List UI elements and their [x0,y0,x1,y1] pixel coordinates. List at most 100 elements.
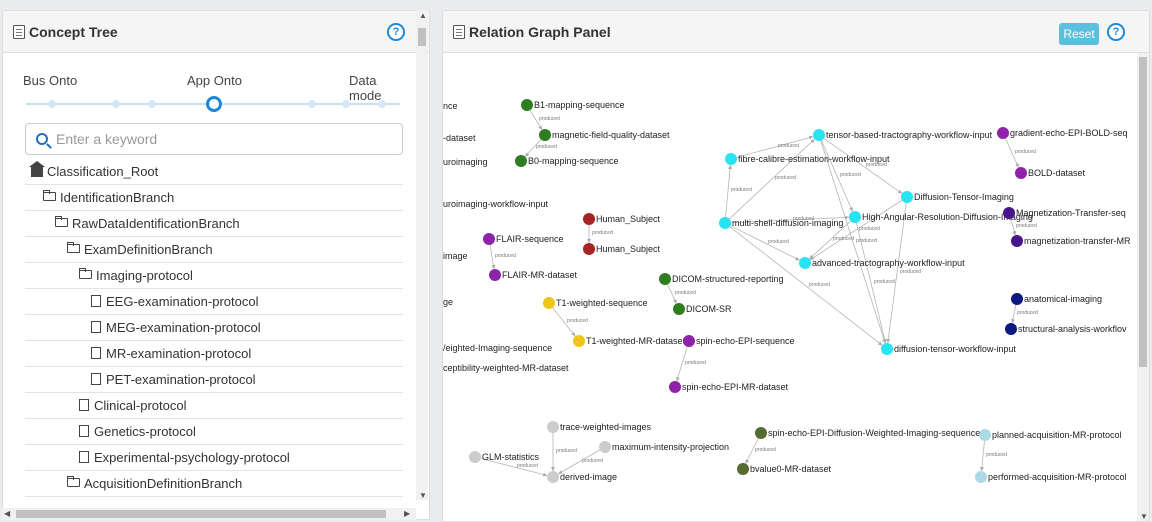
node-circle[interactable] [979,429,991,441]
graph-node[interactable]: bvalue0-MR-dataset [737,463,832,475]
graph-node[interactable]: BOLD-dataset [1015,167,1086,179]
scroll-right-arrow-icon[interactable]: ▶ [404,510,410,518]
graph-node[interactable]: FLAIR-MR-dataset [489,269,578,281]
reset-button[interactable]: Reset [1059,23,1099,45]
tree-item[interactable]: IdentificationBranch [25,185,403,211]
graph-node[interactable]: diffusion-tensor-workflow-input [881,343,1016,355]
tree-item[interactable]: Imaging-protocol [25,263,403,289]
help-icon[interactable]: ? [387,23,405,41]
node-circle[interactable] [573,335,585,347]
scrollbar-thumb[interactable] [418,28,426,46]
node-circle[interactable] [901,191,913,203]
node-circle[interactable] [521,99,533,111]
node-circle[interactable] [799,257,811,269]
node-circle[interactable] [515,155,527,167]
tree-item[interactable]: RawDataIdentificationBranch [25,211,403,237]
graph-node[interactable]: GLM-statistics [469,451,540,463]
graph-node[interactable]: T1-weighted-MR-dataset [573,335,686,347]
help-icon[interactable]: ? [1107,23,1125,41]
tree-item[interactable]: MEG-examination-protocol [25,315,403,341]
graph-node[interactable]: maximum-intensity-projection [599,441,729,453]
node-circle[interactable] [547,421,559,433]
graph-node[interactable]: Human_Subject [583,213,661,225]
slider-stop[interactable] [378,100,386,108]
relation-graph[interactable]: producedproducedproducedproducedproduced… [443,53,1137,522]
graph-node[interactable]: anatomical-imaging [1011,293,1102,305]
graph-node[interactable]: B0-mapping-sequence [515,155,619,167]
node-circle[interactable] [543,297,555,309]
graph-node[interactable]: gradient-echo-EPI-BOLD-seq [997,127,1128,139]
graph-node[interactable]: fibre-calibre-estimation-workflow-input [725,153,890,165]
scrollbar-thumb[interactable] [16,510,386,518]
graph-node[interactable]: Human_Subject [583,243,661,255]
node-circle[interactable] [1003,207,1015,219]
tree-item[interactable]: ExamDefinitionBranch [25,237,403,263]
slider-stop[interactable] [148,100,156,108]
node-circle[interactable] [1015,167,1027,179]
slider-stop[interactable] [48,100,56,108]
graph-node[interactable]: spin-echo-EPI-sequence [683,335,795,347]
graph-node[interactable]: magnetization-transfer-MR [1011,235,1131,247]
graph-node[interactable]: spin-echo-EPI-MR-dataset [669,381,789,393]
graph-node[interactable]: magnetic-field-quality-dataset [539,129,670,141]
graph-node[interactable]: planned-acquisition-MR-protocol [979,429,1122,441]
node-circle[interactable] [469,451,481,463]
tree-item[interactable]: AcquisitionDefinitionBranch [25,471,403,497]
node-circle[interactable] [669,381,681,393]
graph-node[interactable]: Magnetization-Transfer-seq [1003,207,1126,219]
graph-node[interactable]: DICOM-structured-reporting [659,273,784,285]
graph-node[interactable]: B1-mapping-sequence [521,99,625,111]
graph-node[interactable]: T1-weighted-sequence [543,297,648,309]
tree-item[interactable]: Genetics-protocol [25,419,403,445]
graph-node[interactable]: derived-image [547,471,617,483]
tab-data-mode[interactable]: Data mode [349,73,403,103]
node-circle[interactable] [755,427,767,439]
node-circle[interactable] [737,463,749,475]
tab-app-onto[interactable]: App Onto [187,73,242,88]
node-circle[interactable] [975,471,987,483]
node-circle[interactable] [489,269,501,281]
tab-bus-onto[interactable]: Bus Onto [23,73,77,88]
graph-node[interactable]: performed-acquisition-MR-protocol [975,471,1127,483]
graph-node[interactable]: structural-analysis-workflov [1005,323,1127,335]
node-circle[interactable] [583,243,595,255]
graph-node[interactable]: advanced-tractography-workflow-input [799,257,965,269]
left-horizontal-scrollbar[interactable]: ◀ ▶ [2,508,416,520]
graph-node[interactable]: FLAIR-sequence [483,233,564,245]
tree-item[interactable]: Classification_Root [25,159,403,185]
slider-stop[interactable] [342,100,350,108]
graph-node[interactable]: Diffusion-Tensor-Imaging [901,191,1014,203]
graph-node[interactable]: DICOM-SR [673,303,732,315]
node-circle[interactable] [539,129,551,141]
ontology-slider[interactable] [26,96,400,112]
graph-node[interactable]: multi-shell-diffusion-imaging [719,217,843,229]
scrollbar-thumb[interactable] [1139,57,1147,367]
tree-item[interactable]: Clinical-protocol [25,393,403,419]
slider-stop[interactable] [308,100,316,108]
slider-stop[interactable] [112,100,120,108]
graph-node[interactable]: spin-echo-EPI-Diffusion-Weighted-Imaging… [755,427,980,439]
search-box[interactable] [25,123,403,155]
node-circle[interactable] [719,217,731,229]
scroll-up-arrow-icon[interactable]: ▲ [419,12,427,20]
node-circle[interactable] [1005,323,1017,335]
node-circle[interactable] [659,273,671,285]
node-circle[interactable] [547,471,559,483]
tree-item[interactable]: Experimental-psychology-protocol [25,445,403,471]
node-circle[interactable] [997,127,1009,139]
graph-node[interactable]: trace-weighted-images [547,421,652,433]
node-circle[interactable] [673,303,685,315]
node-circle[interactable] [683,335,695,347]
search-input[interactable] [56,131,376,147]
node-circle[interactable] [725,153,737,165]
right-vertical-scrollbar[interactable]: ▼ [1137,53,1149,521]
node-circle[interactable] [1011,235,1023,247]
tree-item[interactable]: EEG-examination-protocol [25,289,403,315]
node-circle[interactable] [813,129,825,141]
node-circle[interactable] [1011,293,1023,305]
scroll-down-arrow-icon[interactable]: ▼ [1140,513,1148,521]
scroll-left-arrow-icon[interactable]: ◀ [4,510,10,518]
tree-item[interactable]: MR-examination-protocol [25,341,403,367]
node-circle[interactable] [881,343,893,355]
node-circle[interactable] [849,211,861,223]
